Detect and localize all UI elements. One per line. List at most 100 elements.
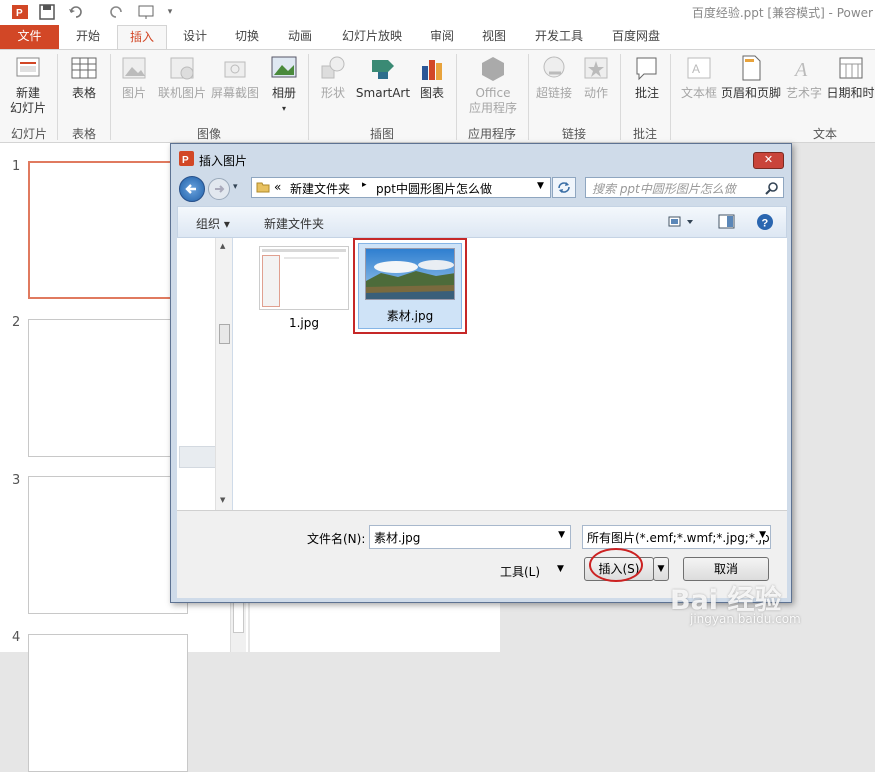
tools-menu[interactable]: 工具(L) — [500, 563, 540, 580]
picture-label: 图片 — [121, 86, 146, 100]
tab-design[interactable]: 设计 — [170, 25, 220, 49]
datetime-button[interactable]: 日期和时 — [826, 54, 875, 101]
new-slide-button[interactable]: 新建 幻灯片 — [4, 54, 52, 116]
wordart-button[interactable]: A 艺术字 — [784, 54, 824, 101]
nav-item[interactable] — [179, 446, 218, 468]
tab-transitions[interactable]: 切换 — [222, 25, 272, 49]
undo-icon[interactable] — [66, 3, 86, 21]
address-dropdown-icon[interactable]: ▼ — [537, 181, 544, 191]
slide-thumbnail[interactable] — [28, 634, 188, 772]
tab-insert[interactable]: 插入 — [117, 25, 167, 50]
chart-label: 图表 — [419, 86, 444, 100]
smartart-button[interactable]: SmartArt — [354, 54, 412, 101]
filetype-select[interactable]: 所有图片(*.emf;*.wmf;*.jpg;*.jp ▼ — [582, 525, 771, 549]
scroll-thumb[interactable] — [219, 324, 230, 344]
album-dropdown-icon[interactable]: ▾ — [264, 101, 304, 116]
table-icon — [69, 54, 99, 82]
file-name: 素材.jpg — [386, 309, 434, 323]
organize-menu[interactable]: 组织 ▾ — [196, 215, 230, 232]
screenshot-button[interactable]: 屏幕截图 — [208, 54, 262, 101]
dialog-close-button[interactable]: ✕ — [753, 152, 784, 169]
help-icon[interactable]: ? — [756, 213, 774, 234]
save-icon[interactable] — [37, 3, 57, 21]
online-picture-button[interactable]: 联机图片 — [155, 54, 209, 101]
search-input[interactable]: 搜索 ppt中圆形图片怎么做 — [585, 177, 784, 198]
tab-animations[interactable]: 动画 — [275, 25, 325, 49]
hyperlink-button[interactable]: 超链接 — [533, 54, 575, 101]
chart-icon — [417, 54, 447, 82]
insert-options-dropdown[interactable]: ▼ — [653, 557, 669, 581]
chart-button[interactable]: 图表 — [414, 54, 450, 101]
slide-thumbnail[interactable] — [28, 161, 188, 299]
filetype-dropdown-icon[interactable]: ▼ — [759, 530, 766, 540]
action-button[interactable]: 动作 — [578, 54, 614, 101]
shapes-button[interactable]: 形状 — [314, 54, 352, 101]
forward-button[interactable] — [208, 178, 230, 200]
tab-home[interactable]: 开始 — [62, 25, 114, 49]
office-apps-label-1: Office — [475, 86, 511, 100]
filename-label: 文件名(N): — [307, 532, 366, 546]
scroll-up-icon[interactable]: ▲ — [220, 242, 225, 250]
tab-view[interactable]: 视图 — [470, 25, 518, 49]
redo-icon[interactable] — [106, 3, 126, 21]
search-icon[interactable] — [765, 181, 779, 198]
breadcrumb-current-folder[interactable]: ppt中圆形图片怎么做 — [376, 180, 492, 197]
album-button[interactable]: 相册 ▾ — [264, 54, 304, 116]
header-footer-icon — [736, 54, 766, 82]
file-list: 1.jpg 素材.jpg — [233, 238, 787, 510]
slideshow-from-start-icon[interactable] — [136, 3, 156, 21]
customize-qat-icon[interactable]: ▾ — [160, 3, 180, 21]
picture-icon — [119, 54, 149, 82]
svg-text:A: A — [793, 59, 808, 81]
back-button[interactable] — [179, 176, 205, 202]
close-icon: ✕ — [763, 153, 774, 166]
scroll-thumb[interactable] — [233, 599, 244, 633]
tab-file[interactable]: 文件 — [0, 25, 59, 49]
comment-button[interactable]: 批注 — [628, 54, 666, 101]
chevron-down-icon: ▼ — [657, 564, 665, 574]
filename-dropdown-icon[interactable]: ▼ — [558, 530, 565, 540]
group-label-illustrations: 插图 — [369, 127, 394, 141]
group-separator — [57, 54, 58, 140]
header-footer-label: 页眉和页脚 — [720, 86, 781, 100]
refresh-button[interactable] — [552, 177, 576, 198]
tab-developer[interactable]: 开发工具 — [524, 25, 594, 49]
textbox-button[interactable]: A 文本框 — [676, 54, 722, 101]
group-separator — [456, 54, 457, 140]
breadcrumb-new-folder[interactable]: 新建文件夹 — [290, 180, 350, 197]
comment-icon — [632, 54, 662, 82]
group-separator — [528, 54, 529, 140]
scroll-down-icon[interactable]: ▼ — [220, 496, 225, 504]
picture-button[interactable]: 图片 — [116, 54, 152, 101]
tab-slideshow[interactable]: 幻灯片放映 — [330, 25, 414, 49]
preview-pane-icon[interactable] — [718, 214, 736, 233]
file-item-selected[interactable]: 素材.jpg — [353, 238, 467, 334]
online-picture-label: 联机图片 — [157, 86, 206, 100]
title-bar: P ▾ 百度经验.ppt [兼容模式] - Power — [0, 0, 875, 25]
new-folder-button[interactable]: 新建文件夹 — [264, 215, 324, 232]
breadcrumb-chevron-icon[interactable]: ▸ — [362, 180, 367, 190]
change-view-icon[interactable] — [668, 215, 698, 232]
table-button[interactable]: 表格 — [62, 54, 106, 101]
tools-dropdown-icon[interactable]: ▼ — [557, 564, 564, 574]
recent-locations-dropdown-icon[interactable]: ▾ — [233, 182, 238, 192]
group-label-comments: 批注 — [632, 127, 657, 141]
file-thumbnail — [259, 246, 349, 310]
address-bar[interactable]: « 新建文件夹 ▸ ppt中圆形图片怎么做 ▼ — [251, 177, 551, 198]
breadcrumb-overflow[interactable]: « — [274, 180, 281, 194]
group-label-links: 链接 — [561, 127, 586, 141]
svg-text:P: P — [182, 155, 189, 166]
smartart-icon — [368, 54, 398, 82]
header-footer-button[interactable]: 页眉和页脚 — [718, 54, 784, 101]
file-item[interactable]: 1.jpg — [257, 246, 351, 330]
slide-thumbnail[interactable] — [28, 476, 188, 614]
tab-baidu-netdisk[interactable]: 百度网盘 — [600, 25, 672, 49]
office-apps-button[interactable]: Office 应用程序 — [460, 54, 526, 116]
filename-input[interactable]: 素材.jpg ▼ — [369, 525, 571, 549]
slide-number: 3 — [12, 473, 21, 488]
slide-thumbnail[interactable] — [28, 319, 188, 457]
folder-icon — [256, 180, 270, 197]
filename-value: 素材.jpg — [374, 531, 421, 545]
navigation-scrollbar[interactable]: ▲ ▼ — [215, 238, 232, 510]
tab-review[interactable]: 审阅 — [418, 25, 466, 49]
